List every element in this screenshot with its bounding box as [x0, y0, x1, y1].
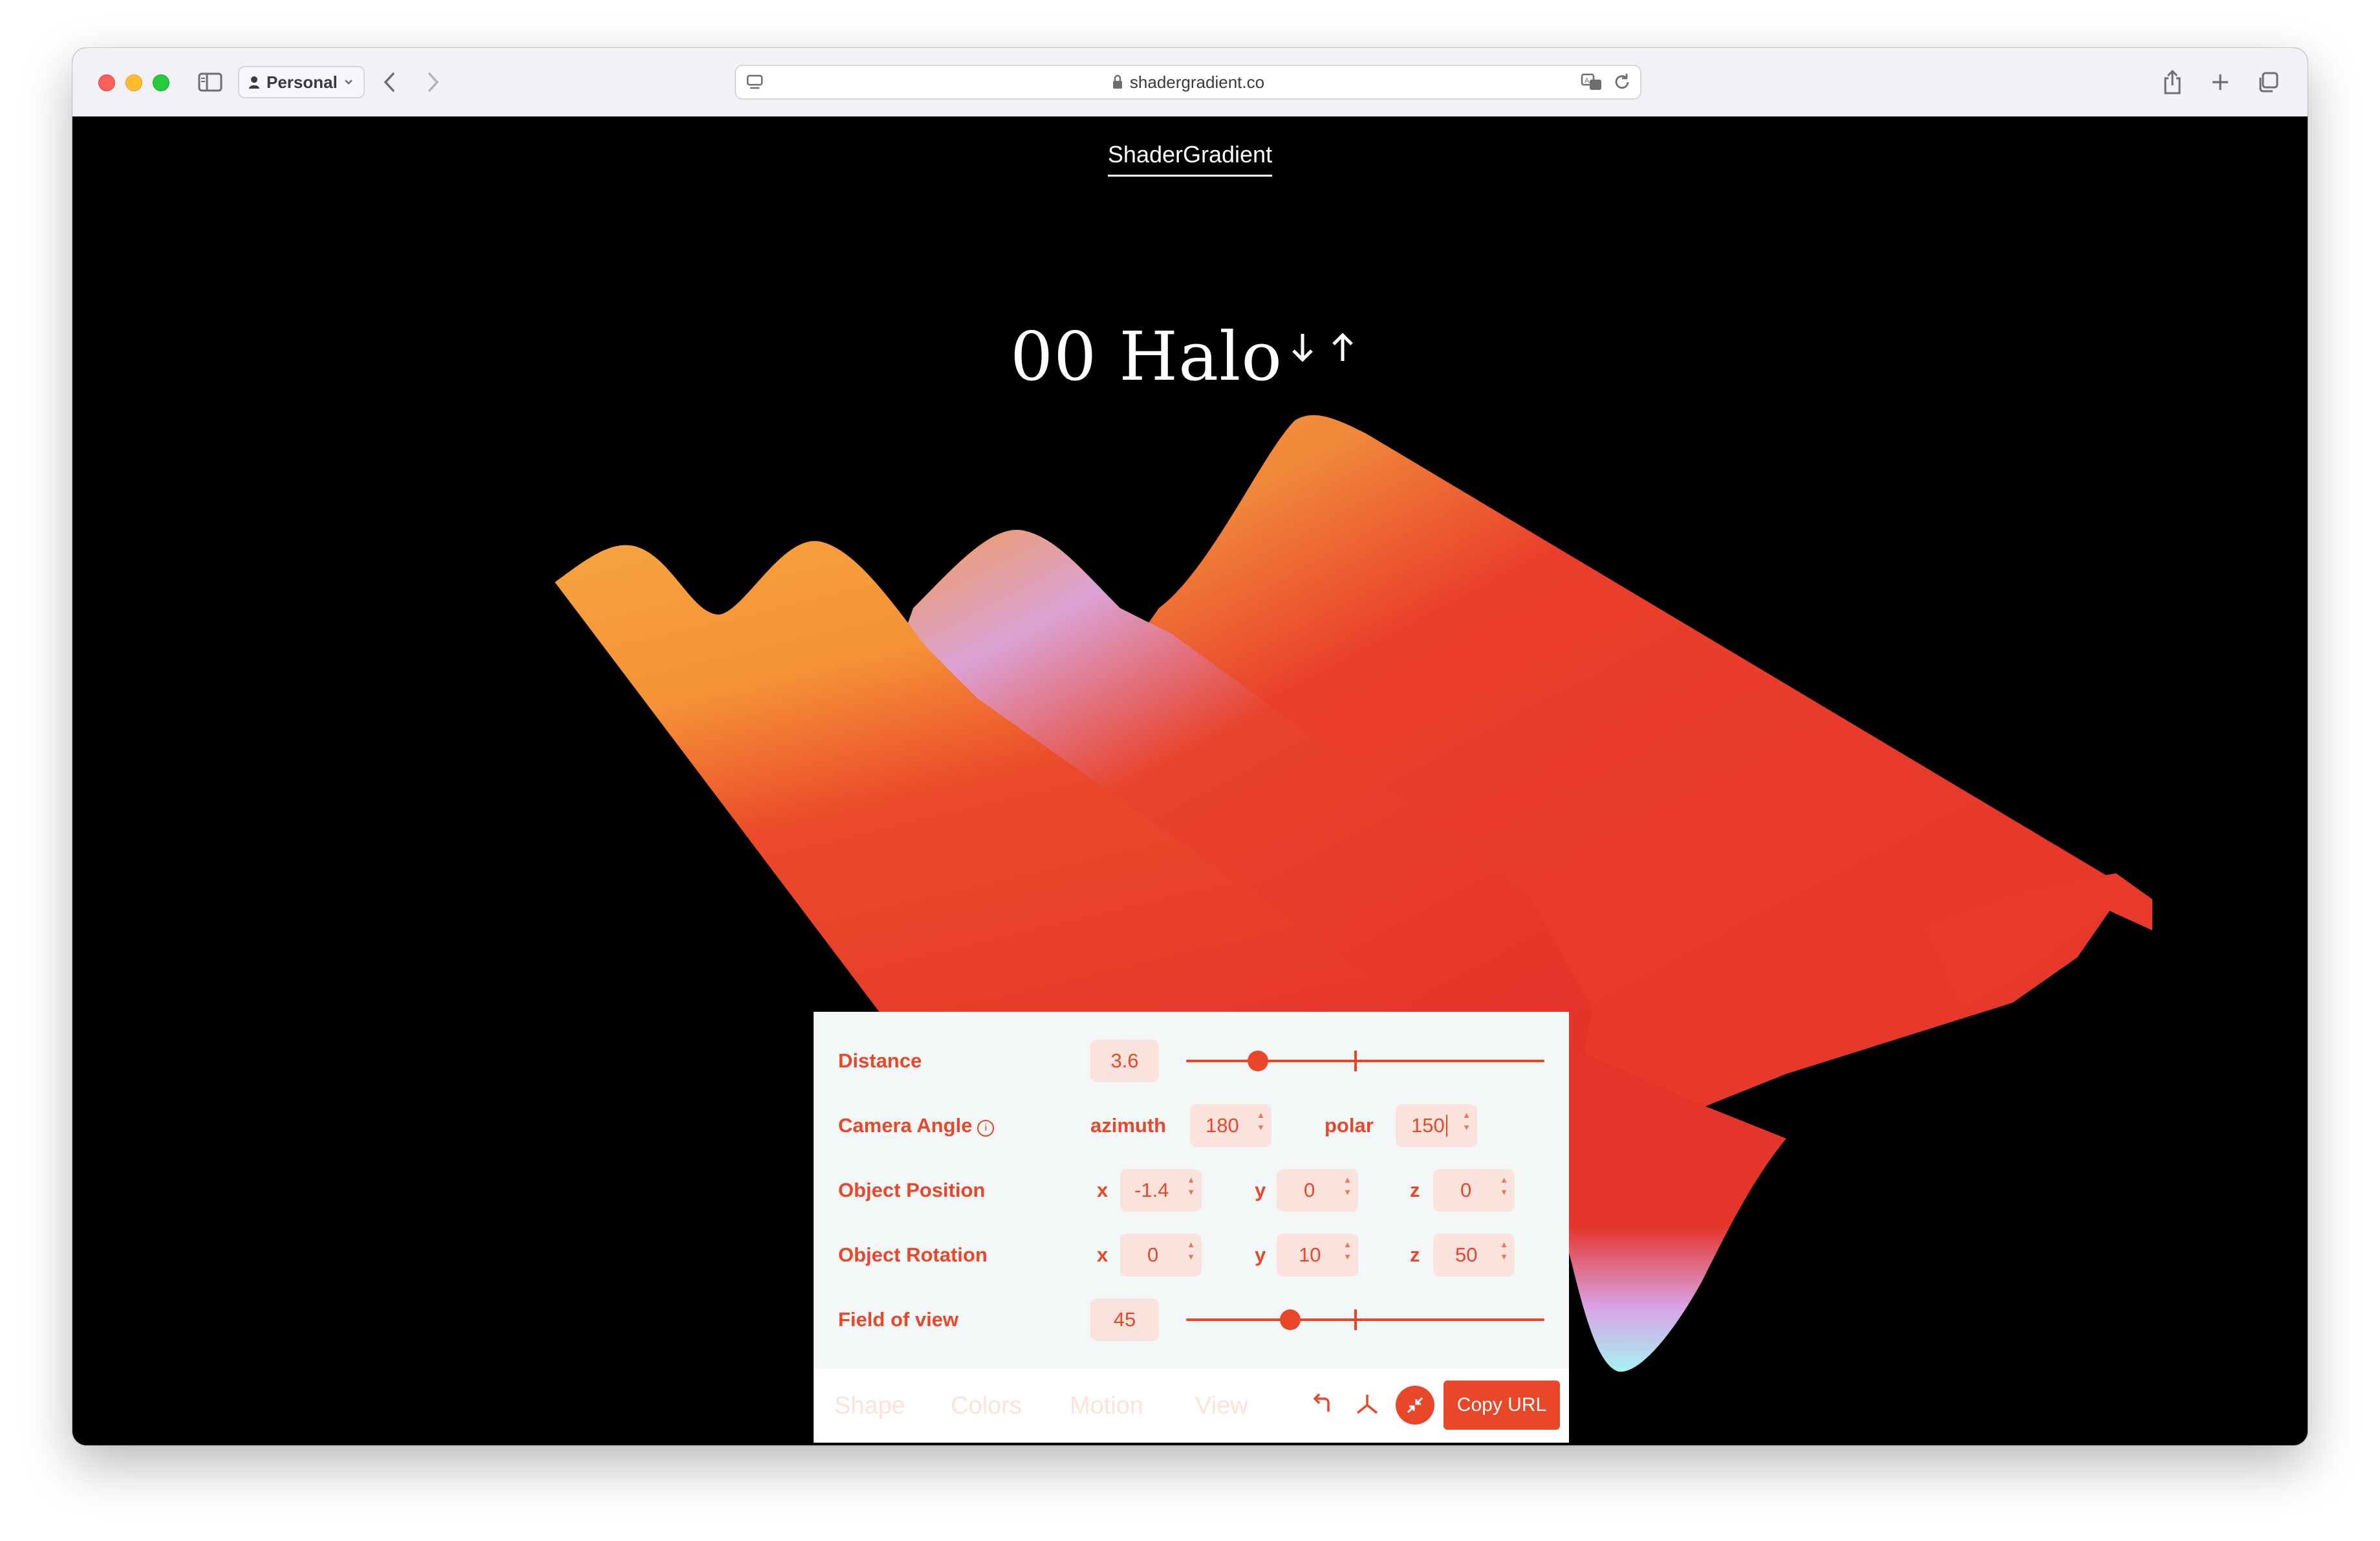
position-x-input[interactable]: -1.4 ▲ ▼ — [1120, 1169, 1202, 1212]
arrow-up-icon[interactable] — [1328, 330, 1357, 365]
undo-button[interactable] — [1306, 1388, 1337, 1419]
polar-label: polar — [1325, 1114, 1374, 1137]
tab-overview-button[interactable] — [2253, 67, 2283, 97]
site-brand-text: ShaderGradient — [1107, 141, 1273, 177]
rotation-y-stepper[interactable]: ▲ ▼ — [1343, 1240, 1352, 1261]
position-z-stepper[interactable]: ▲ ▼ — [1500, 1175, 1508, 1196]
position-x-label: x — [1097, 1179, 1109, 1201]
object-rotation-row: Object Rotation x 0 ▲ ▼ y 10 ▲ ▼ z 50 ▲ ▼ — [838, 1232, 1544, 1278]
translate-icon[interactable]: A — [1581, 72, 1604, 92]
object-position-row: Object Position x -1.4 ▲ ▼ y 0 ▲ ▼ z 0 ▲ ▼ — [838, 1167, 1544, 1214]
share-button[interactable] — [2158, 67, 2187, 97]
camera-angle-label: Camera Angle i — [838, 1114, 995, 1137]
position-y-label: y — [1255, 1179, 1266, 1201]
rotation-z-label: z — [1410, 1243, 1420, 1266]
position-z-input[interactable]: 0 ▲ ▼ — [1433, 1169, 1515, 1212]
minimize-window-button[interactable] — [125, 74, 142, 91]
site-brand-link[interactable]: ShaderGradient — [72, 141, 2308, 177]
field-of-view-input[interactable]: 45 — [1090, 1298, 1159, 1341]
polar-stepper[interactable]: ▲ ▼ — [1462, 1111, 1471, 1131]
arrow-down-icon[interactable] — [1288, 330, 1317, 365]
rotation-y-label: y — [1255, 1243, 1266, 1266]
object-rotation-label: Object Rotation — [838, 1243, 988, 1266]
azimuth-label: azimuth — [1090, 1114, 1167, 1137]
azimuth-input[interactable]: 180 ▲ ▼ — [1190, 1104, 1271, 1147]
polar-input[interactable]: 150 ▲ ▼ — [1396, 1104, 1477, 1147]
forward-icon — [428, 72, 439, 92]
lock-icon — [1112, 74, 1122, 89]
reload-icon[interactable] — [1613, 72, 1631, 92]
plus-icon — [2212, 74, 2228, 90]
axes-toggle-button[interactable] — [1352, 1388, 1383, 1419]
rotation-x-input[interactable]: 0 ▲ ▼ — [1120, 1234, 1202, 1276]
tab-shape[interactable]: Shape — [834, 1392, 905, 1420]
person-icon — [249, 76, 259, 89]
field-of-view-slider-track[interactable] — [1186, 1318, 1544, 1321]
forward-button[interactable] — [420, 67, 446, 97]
position-y-value: 0 — [1304, 1179, 1315, 1201]
rotation-x-label: x — [1097, 1243, 1109, 1266]
position-y-input[interactable]: 0 ▲ ▼ — [1277, 1169, 1358, 1212]
info-icon[interactable]: i — [977, 1120, 995, 1137]
browser-titlebar: Personal shadergradient.co A — [72, 48, 2308, 118]
distance-slider-default-tick — [1354, 1051, 1357, 1071]
collapse-icon — [1407, 1397, 1423, 1414]
profile-label: Personal — [266, 72, 338, 92]
distance-slider-thumb[interactable] — [1247, 1051, 1268, 1071]
back-icon — [384, 72, 395, 92]
rotation-y-value: 10 — [1299, 1243, 1321, 1266]
view-controls-panel: Distance 3.6 Camera Angle i azimuth 180 ▲… — [814, 1012, 1569, 1443]
back-button[interactable] — [376, 67, 402, 97]
tab-motion[interactable]: Motion — [1070, 1392, 1143, 1420]
sidebar-toggle-button[interactable] — [195, 67, 225, 97]
rotation-z-stepper[interactable]: ▲ ▼ — [1500, 1240, 1508, 1261]
position-y-stepper[interactable]: ▲ ▼ — [1343, 1175, 1352, 1196]
rotation-y-input[interactable]: 10 ▲ ▼ — [1277, 1234, 1358, 1276]
panel-tab-bar: Shape Colors Motion View Copy URL — [814, 1369, 1569, 1443]
azimuth-stepper[interactable]: ▲ ▼ — [1257, 1111, 1265, 1131]
sidebar-icon — [198, 72, 222, 92]
field-of-view-row: Field of view 45 — [838, 1296, 1544, 1343]
tabs-icon — [2259, 72, 2278, 93]
preset-title: 00 Halo — [1010, 317, 1282, 396]
axes-icon — [1356, 1395, 1378, 1414]
rotation-z-value: 50 — [1455, 1243, 1478, 1266]
collapse-panel-button[interactable] — [1396, 1386, 1434, 1425]
field-of-view-slider-default-tick — [1354, 1309, 1357, 1330]
field-of-view-label: Field of view — [838, 1308, 959, 1331]
position-z-value: 0 — [1460, 1179, 1472, 1201]
azimuth-value: 180 — [1206, 1114, 1239, 1137]
copy-url-button[interactable]: Copy URL — [1444, 1381, 1560, 1430]
web-page: ShaderGradient 00 Halo Distance 3.6 Came… — [72, 116, 2308, 1445]
rotation-x-stepper[interactable]: ▲ ▼ — [1187, 1240, 1195, 1261]
new-tab-button[interactable] — [2205, 67, 2235, 97]
polar-value: 150 — [1411, 1114, 1445, 1137]
zoom-window-button[interactable] — [153, 74, 169, 91]
url-text: shadergradient.co — [1129, 72, 1265, 92]
position-x-stepper[interactable]: ▲ ▼ — [1187, 1175, 1195, 1196]
distance-label: Distance — [838, 1049, 922, 1072]
share-icon — [2164, 69, 2181, 94]
profile-button[interactable]: Personal — [238, 66, 365, 98]
position-x-value: -1.4 — [1134, 1179, 1169, 1201]
rotation-z-input[interactable]: 50 ▲ ▼ — [1433, 1234, 1515, 1276]
tab-colors[interactable]: Colors — [951, 1392, 1022, 1420]
text-cursor — [1445, 1115, 1447, 1137]
field-of-view-slider-thumb[interactable] — [1279, 1309, 1301, 1330]
chevron-down-icon — [344, 80, 352, 85]
svg-text:A: A — [1585, 77, 1590, 85]
position-z-label: z — [1410, 1179, 1420, 1201]
distance-slider-track[interactable] — [1186, 1060, 1544, 1062]
browser-window: Personal shadergradient.co A ShaderGradi… — [72, 48, 2308, 1445]
camera-angle-row: Camera Angle i azimuth 180 ▲ ▼ polar 150 ▲… — [838, 1102, 1544, 1149]
undo-icon — [1313, 1393, 1330, 1412]
rotation-x-value: 0 — [1147, 1243, 1159, 1266]
distance-input[interactable]: 3.6 — [1090, 1040, 1159, 1082]
object-position-label: Object Position — [838, 1179, 986, 1201]
camera-angle-label-text: Camera Angle — [838, 1114, 973, 1137]
tab-view[interactable]: View — [1195, 1392, 1248, 1420]
address-bar[interactable]: shadergradient.co A — [735, 65, 1641, 100]
close-window-button[interactable] — [98, 74, 115, 91]
distance-row: Distance 3.6 — [838, 1038, 1544, 1084]
